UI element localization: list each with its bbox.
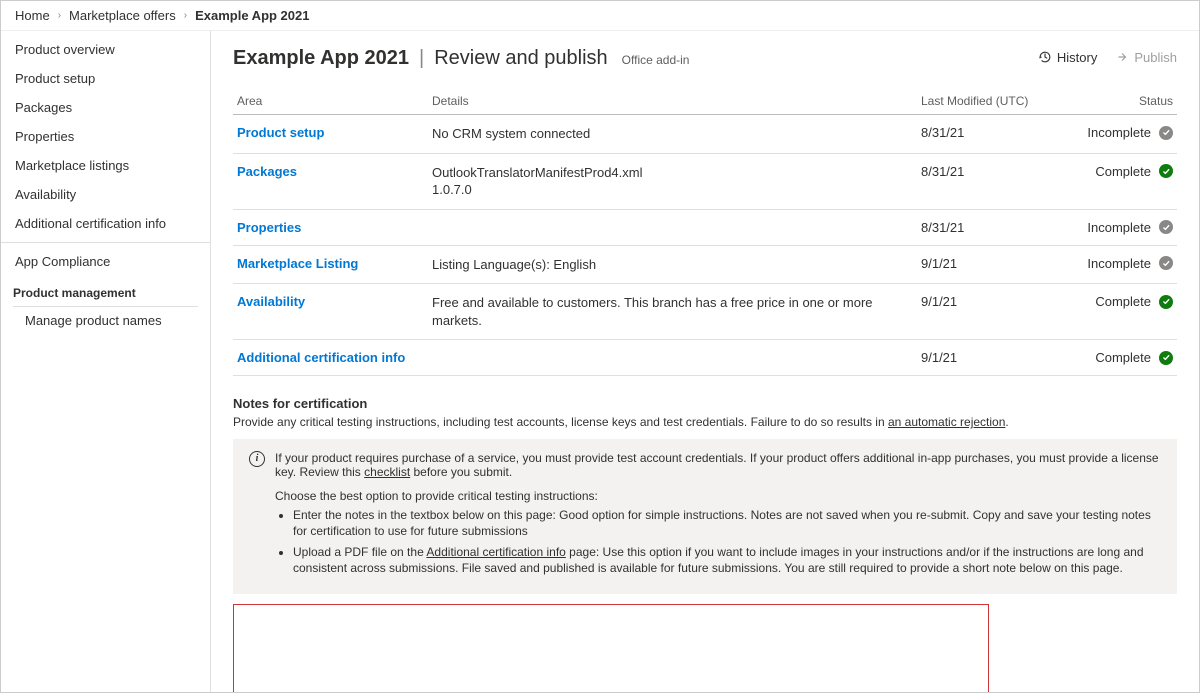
- info-box: i If your product requires purchase of a…: [233, 439, 1177, 594]
- area-link[interactable]: Additional certification info: [237, 350, 405, 365]
- incomplete-icon: [1159, 126, 1173, 140]
- row-details: No CRM system connected: [428, 115, 917, 154]
- table-row: Marketplace Listing Listing Language(s): …: [233, 245, 1177, 284]
- publish-button-header: Publish: [1115, 50, 1177, 65]
- col-status: Status: [1057, 88, 1177, 115]
- col-area: Area: [233, 88, 428, 115]
- info-bullet-2: Upload a PDF file on the Additional cert…: [293, 544, 1161, 576]
- table-row: Properties 8/31/21 Incomplete: [233, 209, 1177, 245]
- info-bullet-1: Enter the notes in the textbox below on …: [293, 507, 1161, 539]
- chevron-right-icon: ›: [184, 10, 187, 21]
- publish-icon: [1115, 50, 1129, 64]
- row-date: 9/1/21: [917, 340, 1057, 376]
- main-content: Example App 2021 | Review and publish Of…: [211, 31, 1199, 692]
- sidebar-item-setup[interactable]: Product setup: [1, 64, 210, 93]
- sidebar-item-packages[interactable]: Packages: [1, 93, 210, 122]
- sidebar-item-overview[interactable]: Product overview: [1, 35, 210, 64]
- table-row: Availability Free and available to custom…: [233, 284, 1177, 340]
- checkmark-icon: [1159, 295, 1173, 309]
- review-table: Area Details Last Modified (UTC) Status …: [233, 88, 1177, 376]
- row-details: [428, 209, 917, 245]
- status-text: Complete: [1095, 350, 1151, 365]
- sidebar-item-compliance[interactable]: App Compliance: [1, 247, 210, 276]
- status-text: Complete: [1095, 164, 1151, 179]
- incomplete-icon: [1159, 256, 1173, 270]
- table-row: Additional certification info 9/1/21 Compl…: [233, 340, 1177, 376]
- row-date: 8/31/21: [917, 153, 1057, 209]
- status-text: Incomplete: [1087, 125, 1151, 140]
- auto-rejection-link[interactable]: an automatic rejection: [888, 415, 1005, 429]
- area-link[interactable]: Marketplace Listing: [237, 256, 358, 271]
- area-link[interactable]: Properties: [237, 220, 301, 235]
- col-modified: Last Modified (UTC): [917, 88, 1057, 115]
- col-details: Details: [428, 88, 917, 115]
- checklist-link[interactable]: checklist: [364, 465, 410, 479]
- area-link[interactable]: Packages: [237, 164, 297, 179]
- breadcrumb-current: Example App 2021: [195, 8, 309, 23]
- sidebar-item-listings[interactable]: Marketplace listings: [1, 151, 210, 180]
- breadcrumb: Home › Marketplace offers › Example App …: [1, 1, 1199, 31]
- breadcrumb-home[interactable]: Home: [15, 8, 50, 23]
- notes-heading: Notes for certification: [233, 396, 1177, 411]
- sidebar-item-certinfo[interactable]: Additional certification info: [1, 209, 210, 238]
- row-date: 9/1/21: [917, 284, 1057, 340]
- status-text: Incomplete: [1087, 220, 1151, 235]
- sidebar: Product overview Product setup Packages …: [1, 31, 211, 692]
- row-details: Listing Language(s): English: [428, 245, 917, 284]
- page-title: Example App 2021 | Review and publish Of…: [233, 47, 689, 70]
- sidebar-item-properties[interactable]: Properties: [1, 122, 210, 151]
- history-icon: [1038, 50, 1052, 64]
- info-icon: i: [249, 451, 265, 467]
- breadcrumb-offers[interactable]: Marketplace offers: [69, 8, 176, 23]
- cert-info-link[interactable]: Additional certification info: [426, 545, 565, 559]
- status-text: Complete: [1095, 294, 1151, 309]
- title-offer-type: Office add-in: [622, 53, 690, 67]
- row-details: OutlookTranslatorManifestProd4.xml1.0.7.…: [428, 153, 917, 209]
- area-link[interactable]: Availability: [237, 294, 305, 309]
- status-text: Incomplete: [1087, 256, 1151, 271]
- row-date: 8/31/21: [917, 115, 1057, 154]
- table-row: Product setup No CRM system connected8/31…: [233, 115, 1177, 154]
- certification-notes-input[interactable]: [233, 604, 989, 692]
- sidebar-item-availability[interactable]: Availability: [1, 180, 210, 209]
- sidebar-section-product-mgmt: Product management: [1, 276, 210, 306]
- title-app-name: Example App 2021: [233, 47, 409, 70]
- row-date: 9/1/21: [917, 245, 1057, 284]
- chevron-right-icon: ›: [58, 10, 61, 21]
- checkmark-icon: [1159, 164, 1173, 178]
- row-details: Free and available to customers. This br…: [428, 284, 917, 340]
- row-date: 8/31/21: [917, 209, 1057, 245]
- history-button[interactable]: History: [1038, 50, 1097, 65]
- title-page-name: Review and publish: [434, 47, 607, 70]
- row-details: [428, 340, 917, 376]
- checkmark-icon: [1159, 351, 1173, 365]
- incomplete-icon: [1159, 220, 1173, 234]
- sidebar-item-manage-names[interactable]: Manage product names: [1, 307, 210, 334]
- notes-description: Provide any critical testing instruction…: [233, 415, 1177, 429]
- area-link[interactable]: Product setup: [237, 125, 324, 140]
- table-row: Packages OutlookTranslatorManifestProd4.x…: [233, 153, 1177, 209]
